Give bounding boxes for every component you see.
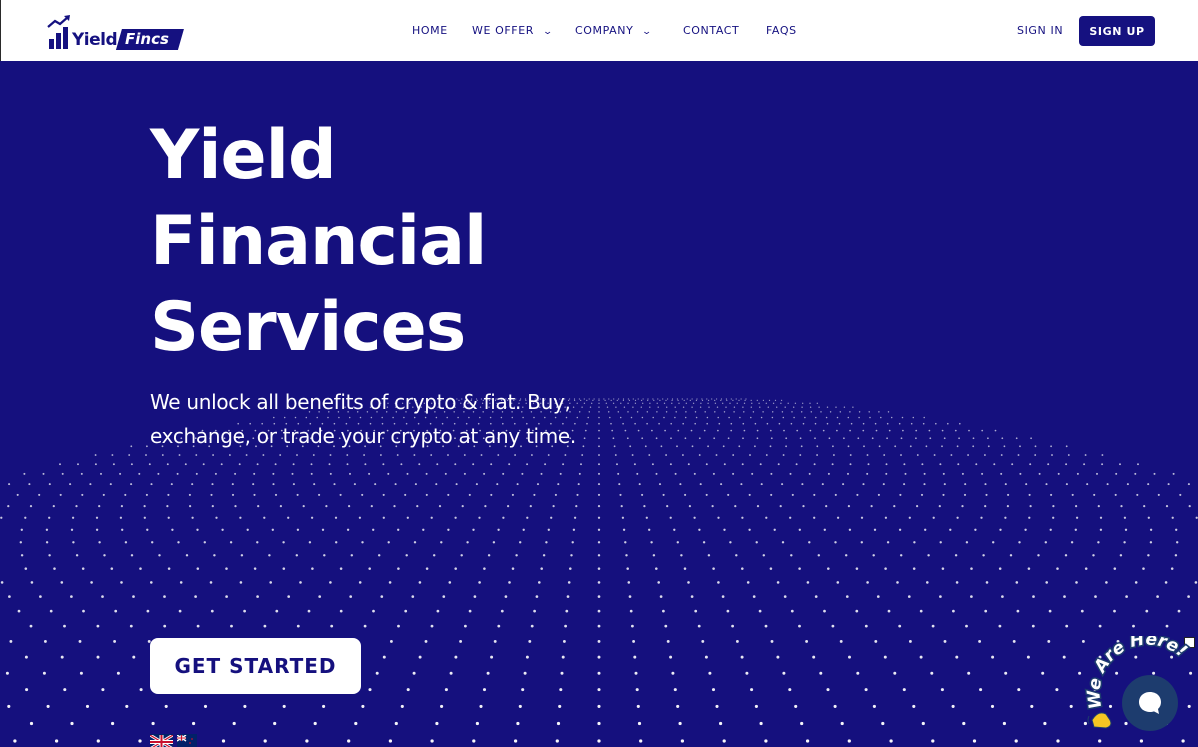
nz-flag-icon[interactable] bbox=[177, 734, 197, 747]
get-started-button[interactable]: GET STARTED bbox=[150, 638, 361, 694]
uk-flag-icon[interactable] bbox=[150, 734, 173, 747]
wave-hand-icon bbox=[1087, 712, 1112, 729]
hero-section: Yield Financial Services We unlock all b… bbox=[0, 61, 1198, 747]
hero-title-line: Services bbox=[150, 288, 466, 367]
language-selector[interactable] bbox=[150, 734, 197, 747]
chat-open-button[interactable] bbox=[1122, 675, 1178, 731]
chat-bubble-icon bbox=[1139, 692, 1161, 714]
nav-contact[interactable]: CONTACT bbox=[683, 24, 739, 37]
sign-up-button[interactable]: SIGN UP bbox=[1079, 16, 1155, 46]
logo-bars-icon bbox=[47, 15, 70, 49]
nav-home[interactable]: HOME bbox=[412, 24, 448, 37]
chevron-down-icon: ⌄ bbox=[542, 27, 554, 37]
nav-company[interactable]: COMPANY ⌄ bbox=[575, 24, 652, 37]
nav-faqs[interactable]: FAQS bbox=[766, 24, 797, 37]
brand-logo[interactable]: Yield Fincs bbox=[47, 15, 185, 50]
nav-we-offer[interactable]: WE OFFER ⌄ bbox=[472, 24, 554, 37]
logo-text-yield: Yield bbox=[72, 30, 118, 50]
hero-subtitle: We unlock all benefits of crypto & fiat.… bbox=[150, 390, 576, 448]
site-header: Yield Fincs HOME WE OFFER ⌄ COMPANY ⌄ CONT… bbox=[0, 0, 1198, 61]
hero-title-line: Yield bbox=[150, 116, 337, 195]
sign-in-link[interactable]: SIGN IN bbox=[1017, 24, 1063, 37]
hero-title-line: Financial bbox=[150, 202, 487, 281]
chevron-down-icon: ⌄ bbox=[641, 27, 654, 37]
logo-text-fincs: Fincs bbox=[116, 28, 185, 49]
hero-title: Yield Financial Services bbox=[150, 113, 487, 371]
